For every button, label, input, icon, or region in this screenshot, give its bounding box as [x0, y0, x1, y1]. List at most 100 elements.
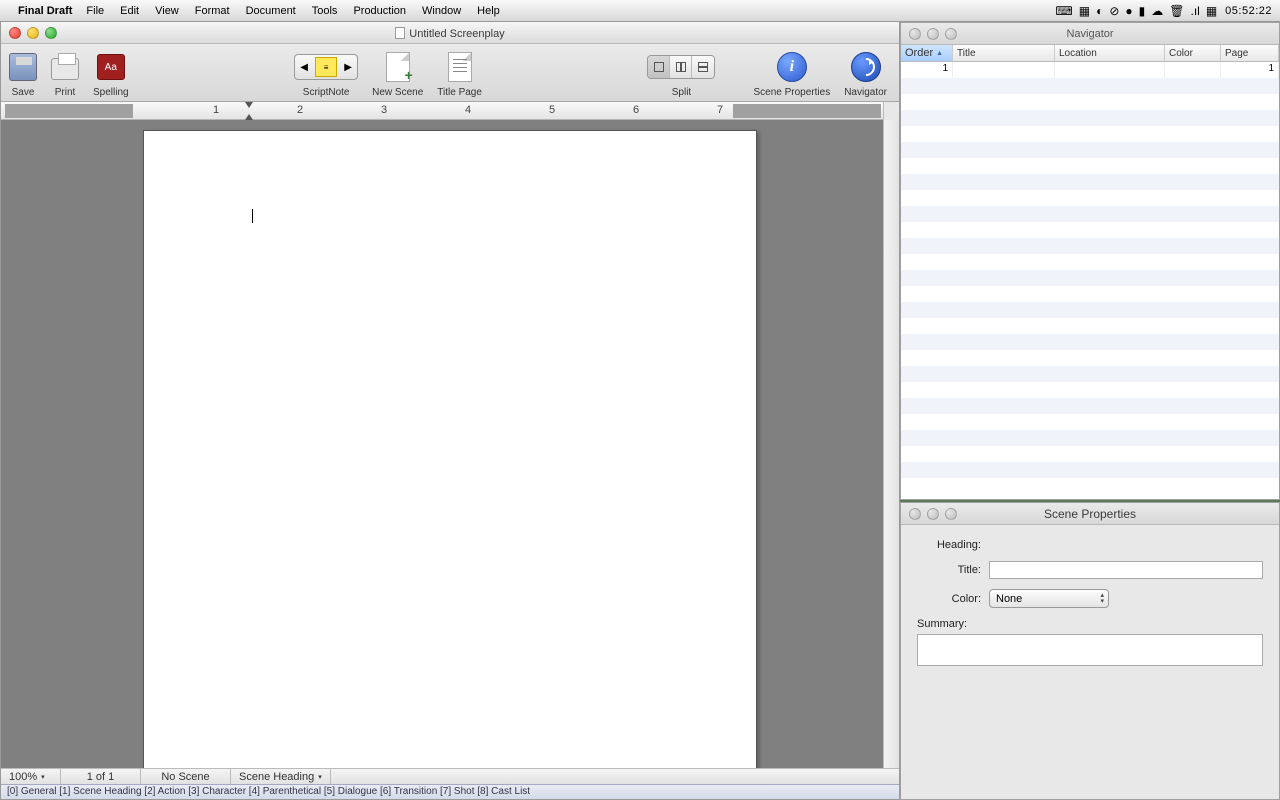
status-icon[interactable]: 🗑	[1169, 4, 1184, 18]
summary-label: Summary:	[917, 618, 1263, 630]
column-location[interactable]: Location	[1055, 45, 1165, 61]
column-order[interactable]: Order▲	[901, 45, 953, 61]
split-vertical-button[interactable]	[670, 56, 692, 78]
column-title[interactable]: Title	[953, 45, 1055, 61]
dictionary-icon[interactable]: Aa	[97, 54, 125, 80]
status-icon[interactable]: ⊘	[1109, 4, 1119, 18]
navigator-title: Navigator	[901, 28, 1279, 40]
cell-order: 1	[901, 62, 953, 78]
vertical-scrollbar[interactable]	[883, 120, 899, 768]
ruler-tick: 2	[297, 104, 303, 116]
status-icon[interactable]: ●	[1125, 4, 1132, 18]
navigator-window: Navigator Order▲ Title Location Color Pa…	[900, 22, 1280, 500]
menu-format[interactable]: Format	[195, 5, 230, 17]
wifi-icon[interactable]: .ıl	[1190, 4, 1199, 18]
scene-properties-titlebar[interactable]: Scene Properties	[901, 503, 1279, 525]
menu-bar: Final Draft File Edit View Format Docume…	[0, 0, 1280, 22]
scene-properties-window: Scene Properties Heading: Title: Color: …	[900, 502, 1280, 800]
app-name[interactable]: Final Draft	[18, 5, 72, 17]
zoom-button[interactable]	[945, 508, 957, 520]
note-icon[interactable]: ≡	[315, 57, 337, 77]
ruler-tick: 7	[717, 104, 723, 116]
split-button[interactable]: Split	[672, 87, 691, 98]
ruler[interactable]: 1 2 3 4 5 6 7	[1, 102, 899, 120]
menu-tools[interactable]: Tools	[312, 5, 338, 17]
document-page[interactable]	[143, 130, 757, 768]
title-page-icon[interactable]	[448, 52, 472, 82]
ruler-tick: 5	[549, 104, 555, 116]
zoom-button[interactable]	[945, 28, 957, 40]
close-button[interactable]	[9, 27, 21, 39]
menu-document[interactable]: Document	[246, 5, 296, 17]
cell-page: 1	[1221, 62, 1279, 78]
navigator-titlebar[interactable]: Navigator	[901, 23, 1279, 45]
menu-edit[interactable]: Edit	[120, 5, 139, 17]
zoom-cell[interactable]: 100%▾	[1, 769, 61, 784]
sort-asc-icon: ▲	[936, 50, 943, 57]
scriptnote-button[interactable]: ScriptNote	[303, 87, 350, 98]
table-row[interactable]: 1 1	[901, 62, 1279, 78]
select-arrows-icon: ▴▾	[1100, 593, 1104, 605]
save-button[interactable]: Save	[12, 87, 35, 98]
color-label: Color:	[917, 593, 981, 605]
save-icon[interactable]	[9, 53, 37, 81]
status-icon[interactable]: ⌨	[1055, 4, 1072, 18]
new-scene-icon[interactable]	[386, 52, 410, 82]
new-scene-button[interactable]: New Scene	[372, 87, 423, 98]
document-area[interactable]	[1, 120, 899, 768]
navigator-button[interactable]: Navigator	[844, 87, 887, 98]
document-titlebar[interactable]: Untitled Screenplay	[1, 22, 899, 44]
status-icon[interactable]: ▮	[1139, 4, 1146, 18]
document-title: Untitled Screenplay	[1, 26, 899, 40]
menu-window[interactable]: Window	[422, 5, 461, 17]
close-button[interactable]	[909, 28, 921, 40]
minimize-button[interactable]	[927, 508, 939, 520]
menu-production[interactable]: Production	[353, 5, 406, 17]
title-input[interactable]	[989, 561, 1263, 579]
menu-clock[interactable]: 05:52:22	[1225, 5, 1272, 17]
split-single-button[interactable]	[648, 56, 670, 78]
ruler-end	[883, 102, 899, 120]
color-select[interactable]: None ▴▾	[989, 589, 1109, 608]
document-icon	[395, 27, 405, 39]
indent-marker-icon[interactable]	[245, 102, 253, 108]
spelling-button[interactable]: Spelling	[93, 87, 129, 98]
zoom-button[interactable]	[45, 27, 57, 39]
navigator-rows: 1 1	[901, 62, 1279, 499]
document-window: Untitled Screenplay Save Print Aa Spelli…	[0, 22, 900, 800]
menu-view[interactable]: View	[155, 5, 179, 17]
date-icon[interactable]: ▦	[1206, 4, 1217, 18]
scriptnote-nav[interactable]: ◀ ≡ ▶	[294, 54, 358, 80]
info-icon[interactable]: i	[777, 52, 807, 82]
split-segmented[interactable]	[647, 55, 715, 79]
minimize-button[interactable]	[27, 27, 39, 39]
ruler-tick: 3	[381, 104, 387, 116]
minimize-button[interactable]	[927, 28, 939, 40]
compass-icon[interactable]	[851, 52, 881, 82]
next-note-icon[interactable]: ▶	[339, 62, 357, 73]
column-color[interactable]: Color	[1165, 45, 1221, 61]
split-horizontal-button[interactable]	[692, 56, 714, 78]
status-icon[interactable]: ☁	[1151, 4, 1163, 18]
status-bar: 100%▾ 1 of 1 No Scene Scene Heading▾	[1, 768, 899, 784]
close-button[interactable]	[909, 508, 921, 520]
heading-label: Heading:	[917, 539, 981, 551]
hint-bar: [0] General [1] Scene Heading [2] Action…	[1, 784, 899, 799]
title-page-button[interactable]: Title Page	[437, 87, 482, 98]
element-cell[interactable]: Scene Heading▾	[231, 769, 331, 784]
menu-file[interactable]: File	[86, 5, 104, 17]
page-of-cell[interactable]: 1 of 1	[61, 769, 141, 784]
scene-properties-title: Scene Properties	[901, 507, 1279, 521]
status-icon[interactable]: ◐	[1096, 4, 1103, 18]
printer-icon[interactable]	[51, 58, 79, 80]
status-icon[interactable]: ▦	[1079, 4, 1090, 18]
column-page[interactable]: Page	[1221, 45, 1279, 61]
scene-properties-button[interactable]: Scene Properties	[753, 87, 830, 98]
print-button[interactable]: Print	[55, 87, 76, 98]
cell-location	[1055, 62, 1165, 78]
ruler-tick: 6	[633, 104, 639, 116]
summary-textarea[interactable]	[917, 634, 1263, 666]
prev-note-icon[interactable]: ◀	[295, 62, 313, 73]
menu-help[interactable]: Help	[477, 5, 500, 17]
scene-cell[interactable]: No Scene	[141, 769, 231, 784]
